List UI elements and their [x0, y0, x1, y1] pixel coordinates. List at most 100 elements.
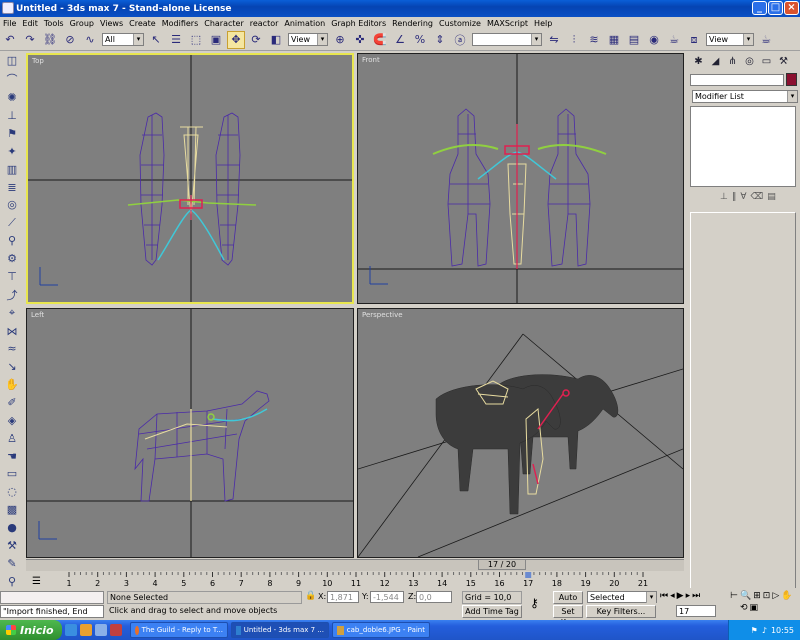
auto-key-button[interactable]: Auto Key	[553, 591, 583, 613]
remove-modifier-icon[interactable]: ⌫	[751, 192, 764, 202]
skin-icon[interactable]: ◈	[3, 413, 21, 428]
render-last-icon[interactable]: ☕	[757, 31, 775, 49]
z-coordinate-field[interactable]: 0,0	[416, 591, 452, 603]
zoom-all-icon[interactable]: ⊞	[753, 591, 761, 601]
select-rotate-icon[interactable]: ⟳	[247, 31, 265, 49]
task-firefox[interactable]: The Guild - Reply to T...	[130, 622, 228, 638]
selection-filter-dropdown[interactable]: All	[102, 33, 144, 46]
go-to-end-icon[interactable]: ⏭	[692, 591, 700, 601]
go-to-start-icon[interactable]: ⏮	[660, 591, 668, 601]
modifier-list-dropdown[interactable]: Modifier List	[692, 90, 798, 103]
key-icon[interactable]: ⚷	[530, 596, 539, 610]
menu-rendering[interactable]: Rendering	[389, 19, 436, 28]
redo-icon[interactable]: ↷	[21, 31, 39, 49]
viewport-left[interactable]: Left	[26, 308, 354, 558]
display-tab-icon[interactable]: ▭	[758, 54, 775, 69]
object-color-swatch[interactable]	[786, 73, 797, 86]
spinner-snap-icon[interactable]: ⇕	[431, 31, 449, 49]
edit-named-selection-icon[interactable]: ⓐ	[451, 31, 469, 49]
select-move-icon[interactable]: ✥	[227, 30, 245, 49]
menu-file[interactable]: File	[0, 19, 19, 28]
quick-render-icon[interactable]: ⧈	[685, 31, 703, 49]
tools-icon[interactable]: ⚒	[3, 538, 21, 553]
close-button[interactable]: ×	[784, 1, 799, 15]
maxscript-mini-listener-top[interactable]	[0, 591, 104, 604]
menu-tools[interactable]: Tools	[41, 19, 67, 28]
viewport-top[interactable]: Top	[26, 53, 354, 304]
next-frame-icon[interactable]: ▸	[686, 591, 691, 601]
minimize-button[interactable]: _	[752, 1, 767, 15]
menu-create[interactable]: Create	[126, 19, 159, 28]
time-slider-track[interactable]	[26, 559, 684, 571]
angle-snap-icon[interactable]: ∠	[391, 31, 409, 49]
box-icon[interactable]: ▭	[3, 467, 21, 482]
rect-selection-icon[interactable]: ⬚	[187, 31, 205, 49]
modifier-stack[interactable]	[690, 106, 796, 187]
trackbar[interactable]: 1 2 3 4 5 6 7 8 9 10 11 12 13 14 15 16 17 18 19 20 21 ☰	[26, 572, 684, 590]
select-by-name-icon[interactable]: ☰	[167, 31, 185, 49]
menu-maxscript[interactable]: MAXScript	[484, 19, 531, 28]
menu-animation[interactable]: Animation	[281, 19, 328, 28]
menu-edit[interactable]: Edit	[19, 19, 41, 28]
bind-space-warp-icon[interactable]: ∿	[81, 31, 99, 49]
play-icon[interactable]: ▶	[677, 591, 684, 601]
sphere-icon[interactable]: ●	[3, 520, 21, 535]
add-time-tag-button[interactable]: Add Time Tag	[462, 605, 522, 618]
motion-tab-icon[interactable]: ◎	[741, 54, 758, 69]
menu-reactor[interactable]: reactor	[247, 19, 282, 28]
tube-icon[interactable]: ◌	[3, 484, 21, 499]
object-icon[interactable]: ◫	[3, 54, 21, 69]
waves-icon[interactable]: ≈	[3, 342, 21, 357]
reference-coordinate-dropdown[interactable]: View	[288, 33, 328, 46]
menu-customize[interactable]: Customize	[436, 19, 484, 28]
script-icon[interactable]: ✎	[3, 556, 21, 571]
particles-icon[interactable]: ✦	[3, 144, 21, 159]
brush-icon[interactable]: ✐	[3, 395, 21, 410]
shapes-icon[interactable]: ⌒	[3, 71, 21, 87]
menu-views[interactable]: Views	[97, 19, 126, 28]
curve-editor-icon[interactable]: ▦	[605, 31, 623, 49]
volume-icon[interactable]: ♪	[762, 626, 767, 635]
media-quicklaunch-icon[interactable]	[80, 624, 92, 636]
set-key-button[interactable]: Set Key	[553, 605, 583, 627]
pin-stack-icon[interactable]: ⊥	[720, 192, 728, 202]
app-icon[interactable]	[2, 2, 14, 14]
desktop-quicklaunch-icon[interactable]	[95, 624, 107, 636]
search-icon[interactable]: ⚲	[3, 574, 21, 589]
key-mode-toggle-icon[interactable]: ⊢	[730, 591, 738, 601]
object-name-field[interactable]	[690, 74, 784, 86]
start-button[interactable]: Inicio	[0, 620, 62, 640]
render-scene-icon[interactable]: ☕	[665, 31, 683, 49]
key-selection-dropdown[interactable]: Selected	[587, 591, 657, 603]
field-of-view-icon[interactable]: ▷	[772, 591, 779, 601]
menu-modifiers[interactable]: Modifiers	[159, 19, 202, 28]
compound-icon[interactable]: ⚲	[3, 233, 21, 248]
bones-icon[interactable]: ⊤	[3, 269, 21, 284]
mirror-icon[interactable]: ⇋	[545, 31, 563, 49]
app-quicklaunch-icon[interactable]	[110, 624, 122, 636]
configure-sets-icon[interactable]: ▤	[767, 192, 776, 202]
zoom-extents-icon[interactable]: ⊡	[763, 591, 771, 601]
current-frame-field[interactable]: 17	[676, 605, 716, 617]
viewport-perspective[interactable]: Perspective	[357, 308, 684, 558]
percent-snap-icon[interactable]: %	[411, 31, 429, 49]
layer-manager-icon[interactable]: ≋	[585, 31, 603, 49]
pivot-center-icon[interactable]: ⊕	[331, 31, 349, 49]
material-editor-icon[interactable]: ◉	[645, 31, 663, 49]
helpers-icon[interactable]: ⚑	[3, 126, 21, 141]
link-icon[interactable]: ⋈	[3, 324, 21, 339]
biped-icon[interactable]: ♙	[3, 431, 21, 446]
make-unique-icon[interactable]: ∀	[740, 192, 746, 202]
task-paint[interactable]: cab_doble6.JPG - Paint	[332, 622, 430, 638]
x-coordinate-field[interactable]: 1,871	[327, 591, 359, 603]
task-3dsmax[interactable]: Untitled - 3ds max 7 ...	[231, 622, 329, 638]
nurbs-icon[interactable]: ≣	[3, 180, 21, 195]
y-coordinate-field[interactable]: -1,544	[370, 591, 404, 603]
hand-icon[interactable]: ☚	[3, 449, 21, 464]
window-crossing-icon[interactable]: ▣	[207, 31, 225, 49]
menu-graph-editors[interactable]: Graph Editors	[328, 19, 389, 28]
unlink-icon[interactable]: ⊘	[61, 31, 79, 49]
panel-icon[interactable]: ▩	[3, 502, 21, 517]
menu-help[interactable]: Help	[531, 19, 555, 28]
key-filters-button[interactable]: Key Filters...	[586, 605, 656, 618]
